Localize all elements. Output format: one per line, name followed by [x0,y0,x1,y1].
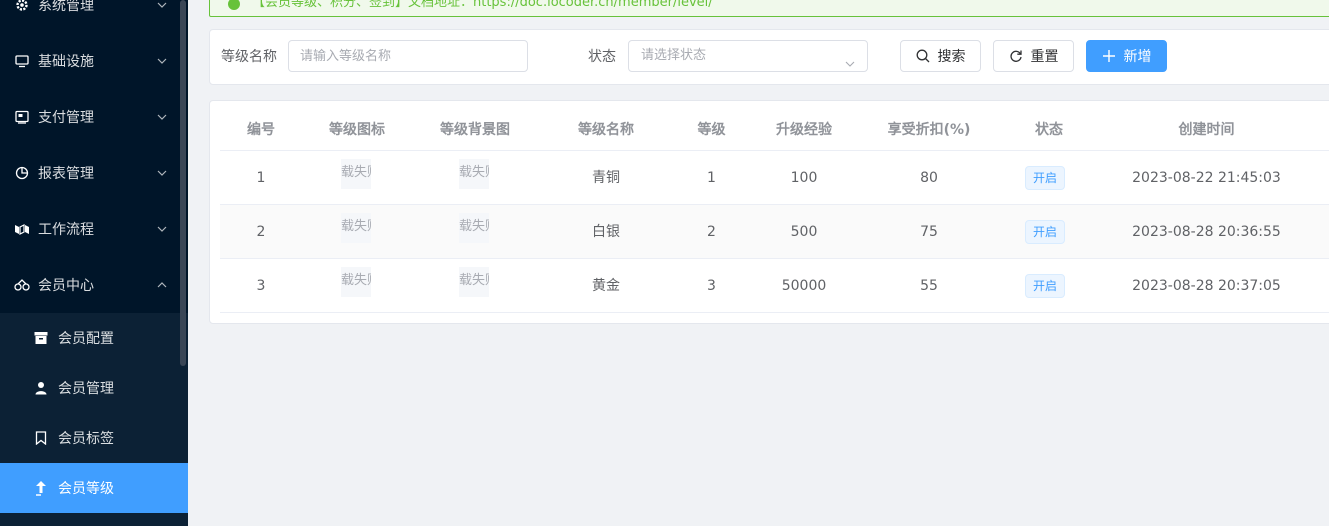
chevron-down-icon [156,55,168,67]
workflow-icon [14,221,30,237]
cell-name: 黄金 [592,278,620,294]
member-icon [14,277,30,293]
reset-button-label: 重置 [1030,49,1059,65]
box-icon [34,331,48,345]
menu-item-label: 系统管理 [38,0,94,14]
menu-item-system[interactable]: 系统管理 [0,0,188,33]
sub-item-member-level[interactable]: 会员等级 [0,463,188,513]
sub-item-label: 会员等级 [58,481,114,497]
cell-name: 青铜 [592,170,620,186]
doc-alert: 【会员等级、积分、签到】文档地址：https://doc.iocoder.cn/… [209,0,1329,17]
cell-exp: 500 [790,224,818,240]
menu-item-label: 支付管理 [38,110,94,126]
sub-item-label: 会员配置 [58,331,114,347]
cell-discount: 80 [920,170,938,186]
cell-discount: 75 [920,224,938,240]
search-panel: 等级名称 状态 请选择状态 搜索 重置 新增 [209,29,1329,85]
col-header-exp[interactable]: 升级经验 [749,101,859,151]
chevron-down-icon [156,223,168,235]
cell-name: 白银 [592,224,620,240]
reset-button[interactable]: 重置 [993,40,1074,72]
col-header-name[interactable]: 等级名称 [538,101,674,151]
menu-item-label: 工作流程 [38,222,94,238]
sub-item-label: 会员管理 [58,381,114,397]
cell-level: 1 [707,170,716,186]
refresh-icon [1009,49,1023,63]
bookmark-icon [34,431,48,445]
add-button-label: 新增 [1123,49,1152,65]
sidebar-scrollbar[interactable] [180,0,186,366]
cell-exp: 50000 [781,278,827,294]
col-header-status[interactable]: 状态 [999,101,1099,151]
sub-item-member-tag[interactable]: 会员标签 [0,413,188,463]
table-header: 编号 等级图标 等级背景图 等级名称 等级 升级经验 享受折扣(%) 状态 创建… [220,101,1329,151]
doc-alert-text: 【会员等级、积分、签到】文档地址：https://doc.iocoder.cn/… [252,0,713,10]
plus-icon [1102,49,1116,63]
col-header-created[interactable]: 创建时间 [1099,101,1314,151]
menu-item-workflow[interactable]: 工作流程 [0,201,188,257]
cell-id: 1 [256,170,266,186]
pie-chart-icon [14,165,30,181]
table-row[interactable]: 2 载失败 载失败 白银 2 500 75 开启 2023-08-28 20:3… [220,205,1329,259]
menu-item-member-center[interactable]: 会员中心 [0,257,188,313]
payment-icon [14,109,30,125]
menu-item-label: 基础设施 [38,54,94,70]
search-icon [916,49,930,63]
chevron-down-icon [845,51,855,67]
add-button[interactable]: 新增 [1086,40,1167,72]
col-header-level[interactable]: 等级 [674,101,749,151]
status-label: 状态 [588,49,616,65]
cell-id: 2 [256,224,266,240]
chevron-up-icon [156,279,168,291]
level-bg-image[interactable]: 载失败 [459,267,489,297]
sub-item-member-manage[interactable]: 会员管理 [0,363,188,413]
level-bg-image[interactable]: 载失败 [459,159,489,189]
sidebar: 系统管理 基础设施 支付管理 报表管理 工作流程 会员中心 会员配置 会员管理 … [0,0,188,526]
status-select-placeholder: 请选择状态 [641,48,707,63]
cell-created: 2023-08-28 20:37:05 [1132,278,1281,294]
menu-item-label: 会员中心 [38,278,94,294]
user-icon [34,381,48,395]
cell-discount: 55 [920,278,938,294]
col-header-bg[interactable]: 等级背景图 [412,101,538,151]
arrow-up-icon [34,481,48,496]
level-icon-image[interactable]: 载失败 [341,267,371,297]
menu-item-infra[interactable]: 基础设施 [0,33,188,89]
level-icon-image[interactable]: 载失败 [341,159,371,189]
col-header-icon[interactable]: 等级图标 [302,101,412,151]
chevron-down-icon [156,111,168,123]
chevron-down-icon [156,0,168,11]
level-name-label: 等级名称 [221,49,277,65]
menu-item-payment[interactable]: 支付管理 [0,89,188,145]
search-button-label: 搜索 [937,49,966,65]
cell-created: 2023-08-28 20:36:55 [1132,224,1281,240]
chevron-down-icon [156,167,168,179]
success-icon [228,0,240,10]
cell-created: 2023-08-22 21:45:03 [1132,170,1281,186]
cell-level: 2 [707,224,716,240]
search-button[interactable]: 搜索 [900,40,981,72]
sub-item-label: 会员标签 [58,431,114,447]
level-bg-image[interactable]: 载失败 [459,213,489,243]
table-row[interactable]: 1 载失败 载失败 青铜 1 100 80 开启 2023-08-22 21:4… [220,151,1329,205]
table-panel: 编号 等级图标 等级背景图 等级名称 等级 升级经验 享受折扣(%) 状态 创建… [209,100,1329,324]
cell-level: 3 [707,278,716,294]
status-badge: 开启 [1025,274,1066,298]
level-name-input[interactable] [288,40,528,72]
menu-item-label: 报表管理 [38,166,94,182]
cell-id: 3 [256,278,266,294]
menu-item-report[interactable]: 报表管理 [0,145,188,201]
monitor-icon [14,53,30,69]
level-icon-image[interactable]: 载失败 [341,213,371,243]
cell-exp: 100 [790,170,818,186]
status-badge: 开启 [1025,166,1066,190]
sub-item-member-config[interactable]: 会员配置 [0,313,188,363]
table-row[interactable]: 3 载失败 载失败 黄金 3 50000 55 开启 2023-08-28 20… [220,259,1329,313]
status-select[interactable]: 请选择状态 [628,40,868,72]
col-header-discount[interactable]: 享受折扣(%) [859,101,999,151]
gear-icon [14,0,30,13]
col-header-id[interactable]: 编号 [220,101,302,151]
status-badge: 开启 [1025,220,1066,244]
